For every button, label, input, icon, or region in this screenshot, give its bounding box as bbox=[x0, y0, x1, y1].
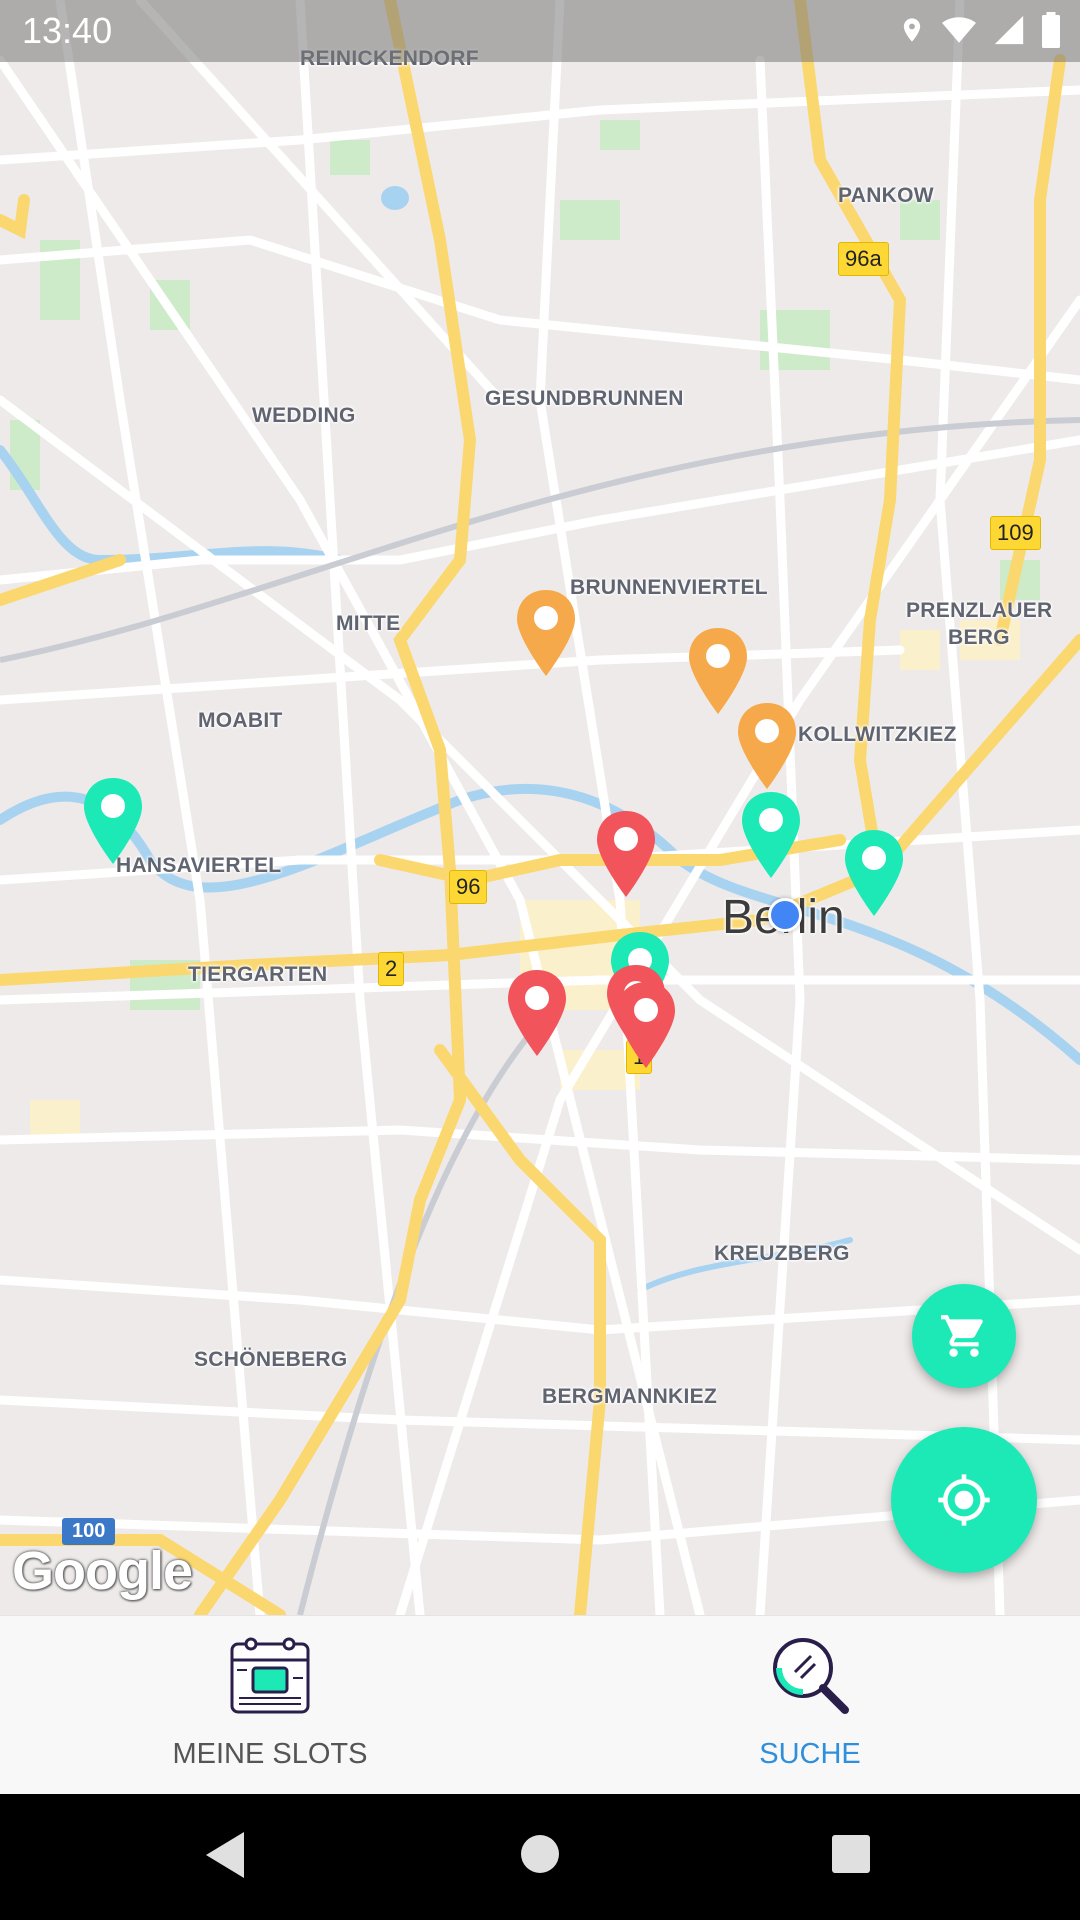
status-bar: 13:40 bbox=[0, 0, 1080, 62]
search-magnifier-icon bbox=[773, 1638, 849, 1714]
map-pin-red[interactable] bbox=[506, 968, 568, 1058]
google-logo: Google bbox=[12, 1541, 193, 1601]
shopping-cart-icon bbox=[941, 1315, 983, 1357]
road-shield-96a: 96a bbox=[838, 242, 889, 276]
tab-meine-slots-label: MEINE SLOTS bbox=[172, 1738, 368, 1770]
map-pin-green[interactable] bbox=[82, 776, 144, 866]
road-shield-109: 109 bbox=[990, 516, 1041, 550]
label-tiergarten: TIERGARTEN bbox=[188, 963, 328, 986]
road-shield-2: 2 bbox=[378, 952, 405, 986]
label-prenzlauer-berg-2: BERG bbox=[948, 626, 1010, 649]
battery-icon bbox=[1042, 12, 1060, 48]
cell-signal-icon bbox=[994, 15, 1024, 45]
map-pin-green[interactable] bbox=[843, 828, 905, 918]
label-schoeneberg: SCHÖNEBERG bbox=[194, 1348, 348, 1371]
label-mitte: MITTE bbox=[336, 612, 401, 635]
location-icon bbox=[903, 18, 921, 42]
back-icon[interactable] bbox=[204, 1830, 246, 1880]
current-location-dot bbox=[768, 898, 802, 932]
system-navigation-bar bbox=[0, 1794, 1080, 1920]
label-wedding: WEDDING bbox=[252, 404, 356, 427]
my-location-button[interactable] bbox=[891, 1427, 1037, 1573]
label-brunnenviertel: BRUNNENVIERTEL bbox=[570, 576, 768, 599]
road-shield-96: 96 bbox=[449, 870, 488, 904]
map-pin-green[interactable] bbox=[740, 790, 802, 880]
label-prenzlauer-berg-1: PRENZLAUER bbox=[906, 599, 1053, 622]
home-icon[interactable] bbox=[520, 1834, 560, 1874]
label-kollwitzkiez: KOLLWITZKIEZ bbox=[798, 723, 957, 746]
map-pin-red[interactable] bbox=[615, 980, 677, 1070]
label-kreuzberg: KREUZBERG bbox=[714, 1242, 850, 1265]
tab-suche[interactable]: SUCHE bbox=[540, 1616, 1080, 1795]
map-pin-red[interactable] bbox=[595, 809, 657, 899]
calendar-slots-icon bbox=[230, 1637, 310, 1714]
label-moabit: MOABIT bbox=[198, 709, 283, 732]
recents-icon[interactable] bbox=[831, 1834, 871, 1874]
wifi-icon bbox=[942, 17, 976, 43]
label-gesundbrunnen: GESUNDBRUNNEN bbox=[485, 387, 684, 410]
bottom-navigation: MEINE SLOTS SUCHE bbox=[0, 1615, 1080, 1795]
cart-button[interactable] bbox=[912, 1284, 1016, 1388]
map-pin-orange[interactable] bbox=[515, 588, 577, 678]
map-view[interactable]: REINICKENDORF PANKOW WEDDING GESUNDBRUNN… bbox=[0, 0, 1080, 1615]
status-time: 13:40 bbox=[22, 10, 113, 51]
my-location-icon bbox=[938, 1474, 990, 1526]
tab-meine-slots[interactable]: MEINE SLOTS bbox=[0, 1616, 540, 1795]
map-pin-orange[interactable] bbox=[736, 701, 798, 791]
label-bergmannkiez: BERGMANNKIEZ bbox=[542, 1385, 718, 1408]
label-pankow: PANKOW bbox=[838, 184, 934, 207]
tab-suche-label: SUCHE bbox=[759, 1738, 861, 1770]
map-base bbox=[0, 0, 1080, 1615]
